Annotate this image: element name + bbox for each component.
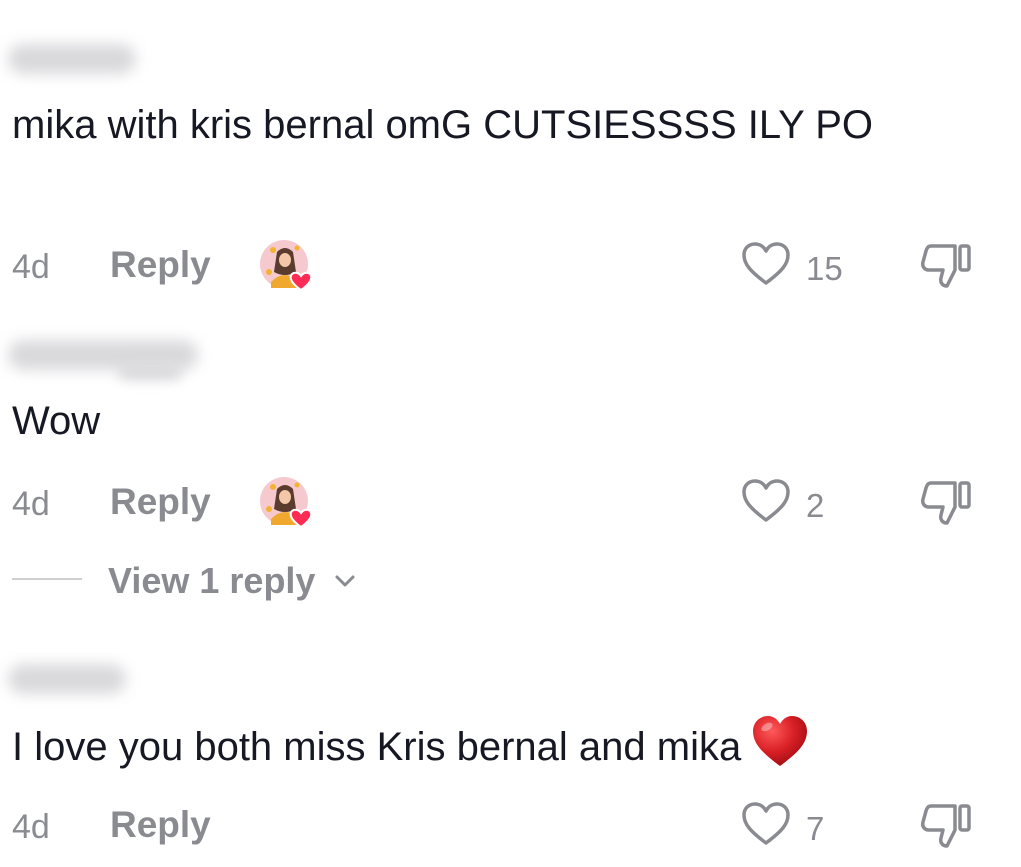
like-count: 7 bbox=[806, 810, 825, 847]
comment-item: I love you both miss Kris bernal and mik… bbox=[0, 0, 1021, 867]
thumbs-down-icon[interactable] bbox=[917, 800, 977, 852]
heart-outline-icon bbox=[742, 802, 790, 845]
username-redacted bbox=[8, 664, 126, 694]
comment-age: 4d bbox=[12, 808, 50, 846]
red-heart-emoji bbox=[753, 716, 808, 766]
reply-button[interactable]: Reply bbox=[110, 804, 211, 846]
comment-text-content: I love you both miss Kris bernal and mik… bbox=[12, 725, 742, 769]
comment-meta: 4d Reply 7 bbox=[0, 796, 1021, 856]
comment-text: I love you both miss Kris bernal and mik… bbox=[12, 714, 972, 778]
